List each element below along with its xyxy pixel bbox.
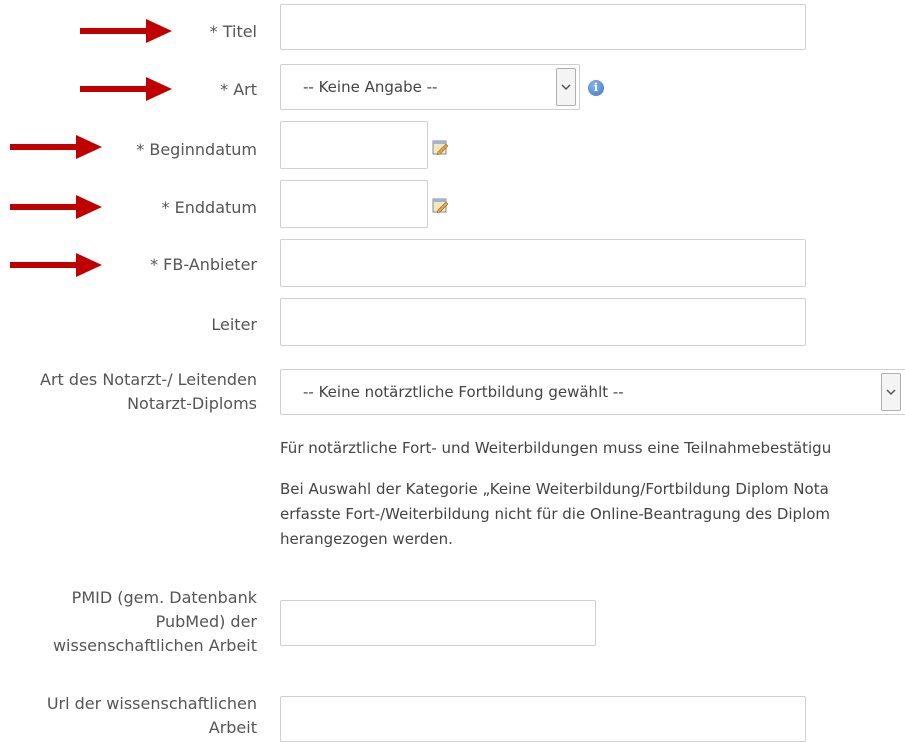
enddatum-input[interactable] xyxy=(280,180,428,228)
info-text-p2-line3: herangezogen werden. xyxy=(280,530,453,548)
enddatum-label: * Enddatum xyxy=(161,198,257,217)
pmid-label-line2: PubMed) der xyxy=(155,612,257,631)
art-select[interactable]: -- Keine Angabe -- xyxy=(280,64,580,110)
diplom-label-line2: Notarzt-Diploms xyxy=(127,394,257,413)
calendar-icon[interactable] xyxy=(432,139,448,155)
pmid-input[interactable] xyxy=(280,600,596,646)
chevron-down-icon[interactable] xyxy=(556,68,576,106)
pmid-label-line1: PMID (gem. Datenbank xyxy=(71,588,257,607)
diplom-label-line1: Art des Notarzt-/ Leitenden xyxy=(40,370,257,389)
red-arrow-icon xyxy=(10,135,102,159)
info-icon[interactable]: i xyxy=(588,80,604,96)
pmid-label: PMID (gem. Datenbank PubMed) der wissens… xyxy=(53,586,257,658)
info-text-p2-line2: erfasste Fort-/Weiterbildung nicht für d… xyxy=(280,505,831,523)
leiter-label: Leiter xyxy=(211,315,257,334)
url-input[interactable] xyxy=(280,696,806,742)
calendar-icon[interactable] xyxy=(432,197,448,213)
diplom-select-value: -- Keine notärztliche Fortbildung gewähl… xyxy=(303,383,624,401)
red-arrow-icon xyxy=(80,77,172,101)
art-select-value: -- Keine Angabe -- xyxy=(303,78,438,96)
url-label-line1: Url der wissenschaftlichen xyxy=(46,694,257,713)
beginndatum-label: * Beginndatum xyxy=(136,140,257,159)
info-text-p1: Für notärztliche Fort- und Weiterbildung… xyxy=(280,439,832,457)
chevron-down-icon[interactable] xyxy=(881,373,901,411)
red-arrow-icon xyxy=(10,253,102,277)
anbieter-label: * FB-Anbieter xyxy=(150,255,257,274)
info-text-p2-line1: Bei Auswahl der Kategorie „Keine Weiterb… xyxy=(280,480,829,498)
red-arrow-icon xyxy=(10,195,102,219)
art-label: * Art xyxy=(220,80,257,99)
anbieter-input[interactable] xyxy=(280,239,806,287)
red-arrow-icon xyxy=(80,19,172,43)
diplom-label: Art des Notarzt-/ Leitenden Notarzt-Dipl… xyxy=(40,368,257,416)
url-label: Url der wissenschaftlichen Arbeit xyxy=(47,692,257,740)
titel-label: * Titel xyxy=(209,22,257,41)
leiter-input[interactable] xyxy=(280,298,806,346)
titel-input[interactable] xyxy=(280,4,806,50)
diplom-select[interactable]: -- Keine notärztliche Fortbildung gewähl… xyxy=(280,369,905,415)
url-label-line2: Arbeit xyxy=(208,718,257,737)
pmid-label-line3: wissenschaftlichen Arbeit xyxy=(52,636,257,655)
beginndatum-input[interactable] xyxy=(280,121,428,169)
